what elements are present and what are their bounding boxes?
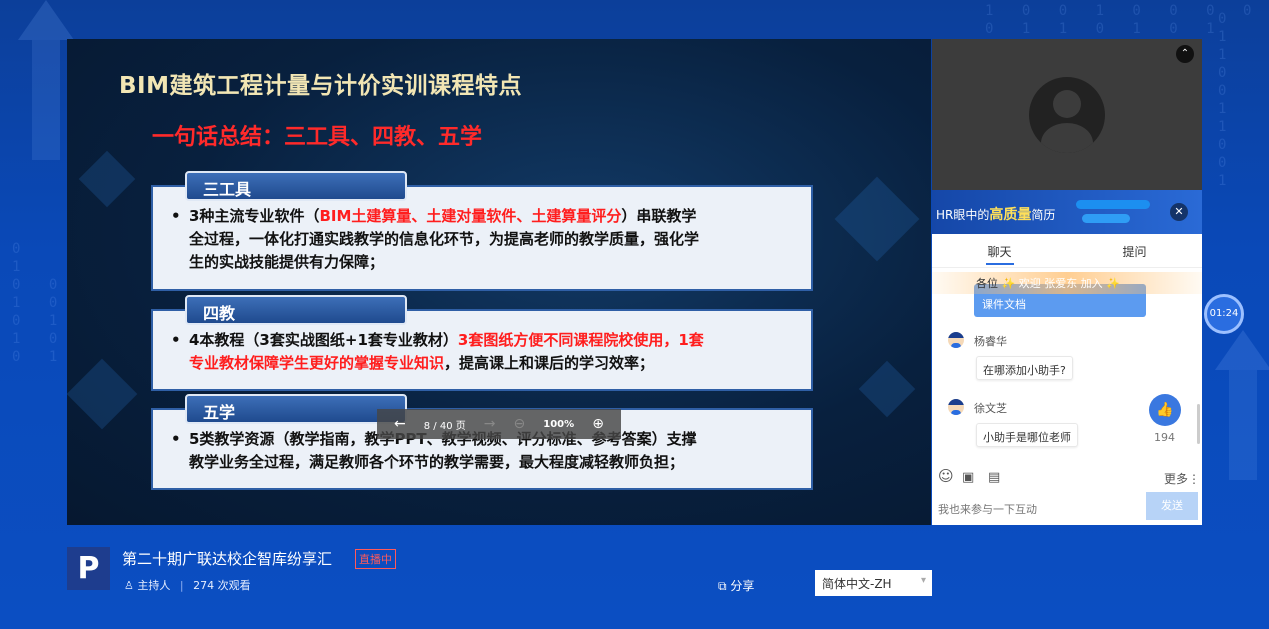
collapse-video-button[interactable]: ⌃ [1176,45,1194,63]
share-button[interactable]: ⧉ 分享 [718,577,754,594]
chat-tabs: 聊天 提问 [932,234,1202,268]
background-arrow [18,0,74,40]
decor-diamond [834,176,920,262]
zoom-out-icon[interactable]: ⊖ [514,416,526,432]
bullet: • [171,207,181,225]
close-banner-icon[interactable]: ✕ [1170,203,1188,221]
decor-diamond [858,360,916,418]
decor-diamond [67,358,138,430]
zoom-level: 100% [543,418,575,430]
background-digits: 010 01 00 11 00 1 [12,241,68,365]
section-line: 4本教程（3套实战图纸+1套专业教材）3套图纸方便不同课程院校使用，1套 [189,331,704,349]
person-icon: ♙ [124,579,134,592]
stream-title: 第二十期广联达校企智库纷享汇 [122,550,333,568]
prev-page-button[interactable]: ← [394,416,406,432]
chevron-down-icon: ▾ [920,575,926,586]
page-indicator: 8 / 40 页 [423,420,466,432]
section-tab-teaching: 四教 [185,295,407,325]
slide-summary: 一句话总结：三工具、四教、五学 [152,125,483,150]
background-arrow [1229,370,1257,480]
message-bubble: 在哪添加小助手? [976,356,1073,380]
language-select[interactable]: 简体中文-ZH ▾ [815,570,932,596]
background-arrow [1215,330,1269,370]
host-info: ♙ 主持人 | 274 次观看 [124,577,251,593]
zoom-in-icon[interactable]: ⊕ [592,416,604,432]
background-arrow [32,40,60,160]
section-tab-tools: 三工具 [185,171,407,201]
chat-scrollbar[interactable] [1197,404,1200,444]
page-control-bar: ← 8 / 40 页 → ⊖ 100% ⊕ [377,409,621,439]
user-avatar-icon [948,399,964,415]
section-line: 全过程，一体化打通实践教学的信息化环节，为提高老师的教学质量，强化学 [189,230,700,248]
host-label: 主持人 [137,579,171,592]
message-bubble: 小助手是哪位老师 [976,423,1078,447]
user-avatar-icon [1029,77,1105,153]
chat-input[interactable] [938,492,1144,520]
section-line: 生的实战技能提供有力保障； [189,253,385,271]
banner-chip [1076,200,1150,209]
presentation-slide: BIM建筑工程计量与计价实训课程特点 一句话总结：三工具、四教、五学 三工具 •… [67,39,931,525]
message-username: 徐文芝 [974,402,1007,415]
host-video: ⌃ [932,39,1202,190]
like-button[interactable]: 👍 [1149,394,1181,426]
bullet: • [171,331,181,349]
emoji-icon[interactable]: ☺ [938,467,954,485]
more-button[interactable]: 更多⋮ [1164,470,1200,487]
tab-chat[interactable]: 聊天 [932,234,1067,267]
separator: | [179,579,184,592]
message-username: 杨睿华 [974,335,1007,348]
chat-panel: 聊天 提问 课件文档 各位 ✨ 欢迎 张爱东 加入 ✨ 杨睿华 在哪添加小助手?… [932,234,1202,525]
send-button[interactable]: 发送 [1146,492,1198,520]
next-page-button[interactable]: → [484,416,496,432]
share-label: 分享 [730,579,755,593]
slide-title: BIM建筑工程计量与计价实训课程特点 [119,73,522,99]
background-digits: 0 11 00 11 00 1 [1218,11,1237,189]
language-value: 简体中文-ZH [822,577,892,591]
banner-text: HR眼中的高质量简历 [936,207,1056,223]
welcome-banner: 各位 ✨ 欢迎 张爱东 加入 ✨ [932,272,1202,294]
banner-chip [1082,214,1130,223]
like-count: 194 [1154,431,1175,444]
timer-badge[interactable]: 01:24 [1204,294,1244,334]
tab-question[interactable]: 提问 [1067,234,1202,267]
user-avatar-icon [948,332,964,348]
share-icon: ⧉ [718,579,727,593]
live-status-badge: 直播中 [355,549,396,569]
bullet: • [171,430,181,448]
section-line: 专业教材保障学生更好的掌握专业知识，提高课上和课后的学习效率； [189,354,655,372]
view-count: 274 次观看 [193,579,251,592]
chat-toolbar: ☺ ▣ ▤ 更多⋮ [932,466,1202,490]
image-icon[interactable]: ▣ [962,470,974,485]
file-icon[interactable]: ▤ [988,470,1000,485]
section-line: 3种主流专业软件（BIM土建算量、土建对量软件、土建算量评分）串联教学 [189,207,697,225]
section-line: 教学业务全过程，满足教师各个环节的教学需要，最大程度减轻教师负担； [189,453,685,471]
section-tab-learning: 五学 [185,394,407,424]
decor-diamond [78,150,136,208]
ad-banner[interactable]: HR眼中的高质量简历 ✕ [932,190,1202,234]
channel-logo: P [67,547,110,590]
